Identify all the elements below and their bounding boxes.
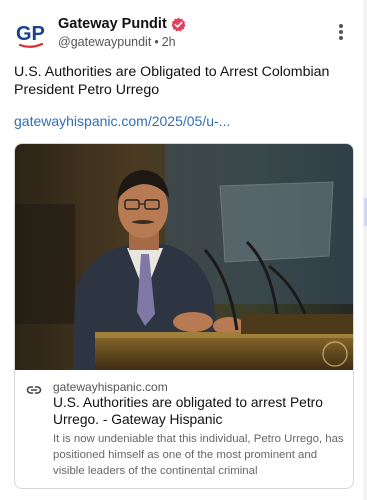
- post-link[interactable]: gatewayhispanic.com/2025/05/u-...: [14, 113, 230, 129]
- gp-logo: GP: [16, 23, 45, 48]
- post-time[interactable]: 2h: [162, 35, 176, 49]
- post-meta: @gatewaypundit • 2h: [58, 35, 176, 49]
- preview-description: It is now undeniable that this individua…: [53, 433, 344, 477]
- preview-domain: gatewayhispanic.com: [53, 380, 168, 394]
- more-dot: [339, 30, 343, 34]
- more-dot: [339, 24, 343, 28]
- svg-text:GP: GP: [16, 23, 45, 45]
- preview-image: [15, 144, 353, 370]
- more-options-icon[interactable]: [333, 22, 349, 42]
- author-handle[interactable]: @gatewaypundit: [58, 35, 151, 49]
- link-icon: [26, 386, 42, 394]
- preview-title: U.S. Authorities are obligated to arrest…: [53, 395, 323, 427]
- post-header: GP Gateway Pundit @gatewaypundit • 2h: [14, 14, 353, 54]
- avatar[interactable]: GP: [14, 17, 48, 51]
- preview-body: gatewayhispanic.com U.S. Authorities are…: [15, 370, 353, 488]
- post: GP Gateway Pundit @gatewaypundit • 2h U.S.…: [0, 0, 367, 500]
- author-row: Gateway Pundit: [58, 16, 186, 32]
- author-name[interactable]: Gateway Pundit: [58, 16, 167, 32]
- meta-separator: •: [154, 35, 159, 49]
- link-preview-card[interactable]: gatewayhispanic.com U.S. Authorities are…: [14, 143, 354, 489]
- verified-badge-icon: [171, 17, 186, 31]
- more-dot: [339, 36, 343, 40]
- scroll-edge: [363, 0, 367, 500]
- post-text: U.S. Authorities are Obligated to Arrest…: [14, 64, 330, 98]
